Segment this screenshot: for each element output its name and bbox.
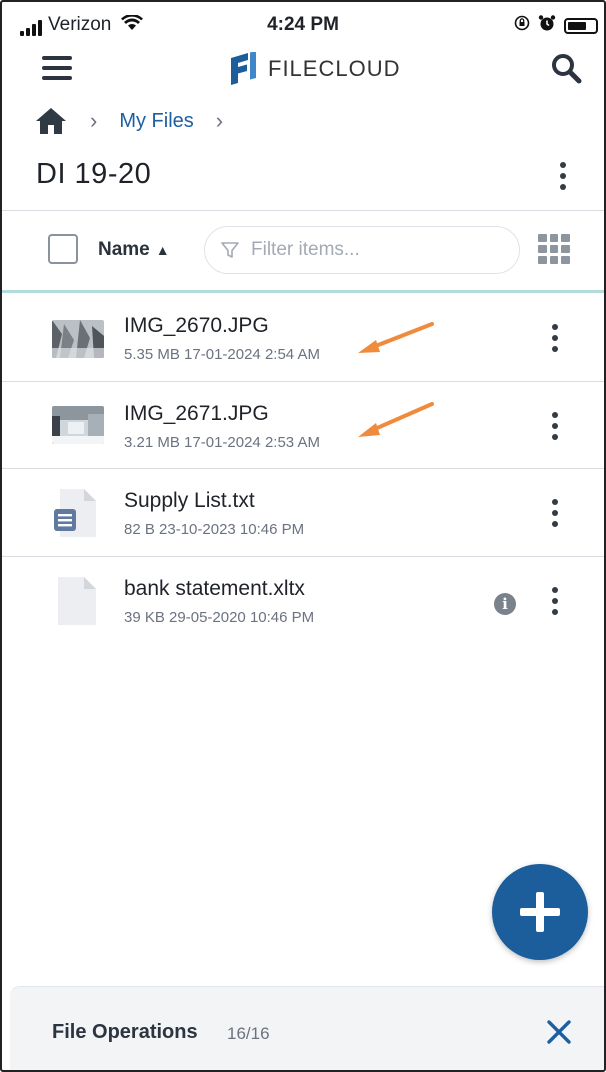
logo-text: FILECLOUD (268, 56, 401, 81)
list-accent-line (2, 290, 604, 293)
file-operations-panel[interactable]: File Operations 16/16 (10, 986, 604, 1070)
image-thumbnail (52, 320, 104, 358)
info-icon[interactable]: i (494, 593, 516, 615)
select-all-checkbox[interactable] (48, 234, 78, 264)
filter-placeholder: Filter items... (251, 239, 360, 260)
divider (2, 210, 604, 211)
file-name: Supply List.txt (124, 489, 255, 512)
file-more-options-icon[interactable] (550, 324, 560, 352)
file-modified: 23-10-2023 10:46 PM (159, 521, 305, 538)
file-name: IMG_2671.JPG (124, 402, 269, 425)
file-more-options-icon[interactable] (550, 412, 560, 440)
filter-input[interactable]: Filter items... (204, 226, 520, 274)
document-file-icon (58, 577, 96, 625)
file-modified: 17-01-2024 2:54 AM (184, 346, 320, 363)
sort-label: Name (98, 239, 150, 260)
file-size: 82 B (124, 521, 155, 538)
chevron-right-icon: › (215, 108, 224, 133)
status-bar: Verizon 4:24 PM (2, 2, 604, 44)
rotation-lock-icon (514, 15, 530, 36)
file-size: 39 KB (124, 609, 165, 626)
list-toolbar: Name ▲ Filter items... (2, 212, 604, 288)
app-header: FILECLOUD (2, 48, 604, 94)
text-file-icon (54, 489, 96, 537)
sort-by-name-button[interactable]: Name ▲ (98, 239, 170, 261)
filecloud-logo: FILECLOUD (228, 52, 400, 86)
battery-icon (564, 17, 598, 34)
file-more-options-icon[interactable] (550, 499, 560, 527)
sort-ascending-icon: ▲ (155, 242, 170, 258)
chevron-right-icon: › (90, 108, 98, 133)
annotation-arrow-icon (358, 402, 434, 437)
filecloud-logo-mark-icon (231, 52, 256, 85)
phone-screen: Verizon 4:24 PM FILECLOUD › My Files › D… (0, 0, 606, 1072)
status-right (514, 14, 598, 37)
file-size: 3.21 MB (124, 434, 180, 451)
file-operations-label: File Operations (52, 1021, 198, 1043)
file-modified: 29-05-2020 10:46 PM (169, 609, 315, 626)
file-name: IMG_2670.JPG (124, 314, 269, 337)
image-thumbnail (52, 406, 104, 444)
annotation-arrow-icon (358, 322, 434, 353)
file-row[interactable]: IMG_2670.JPG 5.35 MB 17-01-2024 2:54 AM (2, 294, 604, 382)
file-row[interactable]: bank statement.xltx 39 KB 29-05-2020 10:… (2, 557, 604, 645)
home-icon[interactable] (34, 106, 68, 136)
file-row[interactable]: IMG_2671.JPG 3.21 MB 17-01-2024 2:53 AM (2, 382, 604, 470)
menu-icon[interactable] (42, 56, 72, 80)
alarm-icon (538, 14, 556, 37)
file-meta: 39 KB 29-05-2020 10:46 PM (124, 609, 314, 626)
add-button[interactable] (492, 864, 588, 960)
file-row[interactable]: Supply List.txt 82 B 23-10-2023 10:46 PM (2, 469, 604, 557)
file-modified: 17-01-2024 2:53 AM (184, 434, 320, 451)
file-meta: 5.35 MB 17-01-2024 2:54 AM (124, 346, 320, 363)
file-more-options-icon[interactable] (550, 587, 560, 615)
page-title: DI 19-20 (36, 158, 152, 190)
file-operations-count: 16/16 (227, 1024, 270, 1043)
close-icon[interactable] (546, 1019, 572, 1045)
file-size: 5.35 MB (124, 346, 180, 363)
file-name: bank statement.xltx (124, 577, 305, 600)
search-icon[interactable] (550, 52, 582, 84)
grid-view-icon[interactable] (538, 234, 570, 264)
breadcrumb: › My Files › (34, 106, 223, 136)
folder-title-row: DI 19-20 (36, 158, 584, 198)
file-meta: 3.21 MB 17-01-2024 2:53 AM (124, 434, 320, 451)
file-meta: 82 B 23-10-2023 10:46 PM (124, 521, 304, 538)
filter-icon (221, 242, 239, 258)
folder-more-options-icon[interactable] (558, 162, 568, 190)
plus-icon (520, 892, 560, 932)
breadcrumb-my-files[interactable]: My Files (119, 110, 193, 133)
